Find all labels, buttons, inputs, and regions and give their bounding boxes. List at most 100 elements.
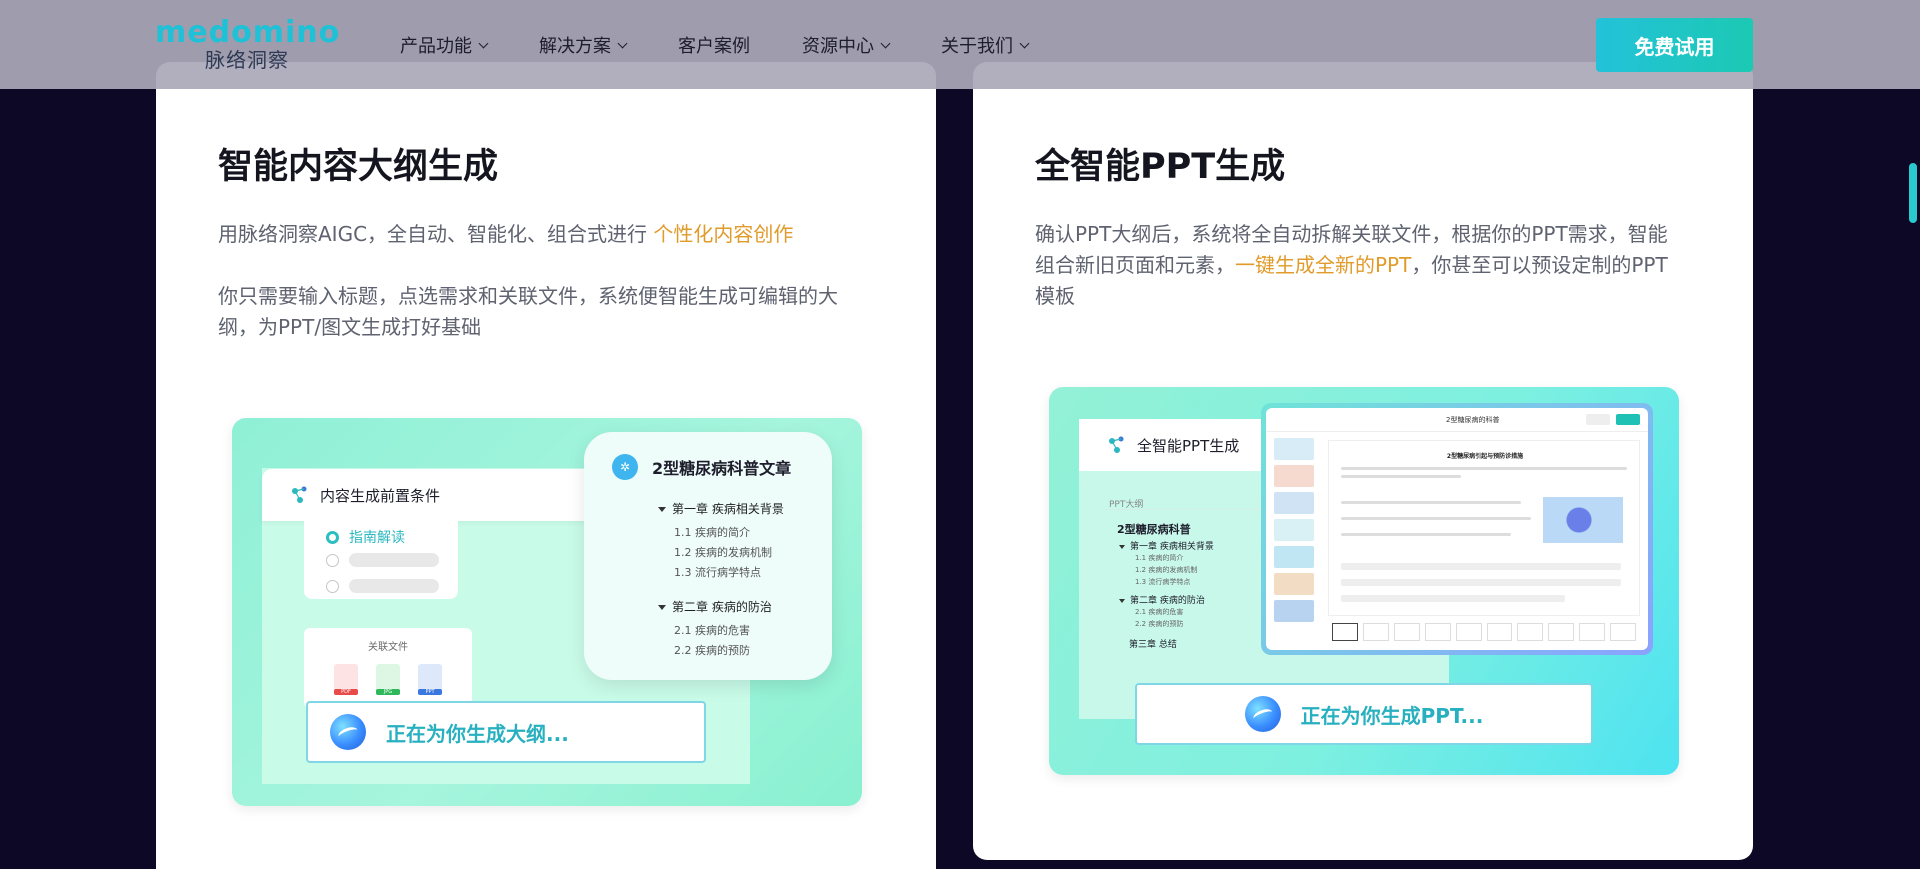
- text-line: [1341, 501, 1521, 504]
- layout-option[interactable]: [1393, 623, 1420, 641]
- outline-section: 2.2 疾病的预防: [1135, 620, 1184, 628]
- file-type-label: PDF: [334, 689, 358, 695]
- slide-thumbnails: [1274, 438, 1314, 627]
- slide-thumbnail[interactable]: [1274, 519, 1314, 541]
- radio-selected-icon: [326, 530, 339, 544]
- text-line: [1341, 467, 1627, 470]
- slide-thumbnail[interactable]: [1274, 573, 1314, 595]
- main-menu: 产品功能 解决方案 客户案例 资源中心 关于我们: [400, 32, 1080, 58]
- outline-section: 1.3 流行病学特点: [1135, 578, 1191, 586]
- layout-strip: [1328, 620, 1640, 644]
- pdf-file-icon: PDF: [334, 664, 358, 695]
- outline-chapter: 第一章 疾病相关背景: [658, 500, 784, 517]
- slide-thumbnail[interactable]: [1274, 492, 1314, 514]
- logo[interactable]: medomino 脉络洞察: [155, 18, 345, 73]
- network-icon: [1109, 436, 1124, 453]
- text-line: [1341, 533, 1511, 536]
- outline-preview: ✲ 2型糖尿病科普文章 第一章 疾病相关背景 1.1 疾病的简介 1.2 疾病的发…: [584, 432, 832, 680]
- desc-highlight: 一键生成全新的PPT: [1235, 253, 1412, 277]
- generating-outline-status: 正在为你生成大纲...: [306, 701, 706, 763]
- free-trial-button[interactable]: 免费试用: [1596, 18, 1753, 72]
- file-type-label: PPT: [418, 689, 442, 695]
- layout-option[interactable]: [1579, 623, 1606, 641]
- layout-option[interactable]: [1424, 623, 1451, 641]
- option-placeholder[interactable]: [326, 553, 439, 567]
- slide-thumbnail[interactable]: [1274, 546, 1314, 568]
- slide-thumbnail[interactable]: [1274, 465, 1314, 487]
- desc-text: 用脉络洞察AIGC，全自动、智能化、组合式进行: [218, 222, 654, 246]
- status-text: 正在为你生成PPT...: [1300, 703, 1484, 728]
- layout-option[interactable]: [1455, 623, 1482, 641]
- layout-option[interactable]: [1517, 623, 1544, 641]
- panel-title: 全智能PPT生成: [1137, 436, 1240, 455]
- outline-section: 1.3 流行病学特点: [674, 566, 761, 579]
- layout-option[interactable]: [1486, 623, 1513, 641]
- outline-illustration: 内容生成前置条件 指南解读 关联文件 PDF JPG PPT 正在为你生成大纲.…: [232, 418, 862, 806]
- page-scrollbar-thumb[interactable]: [1909, 163, 1917, 223]
- option-label: 指南解读: [349, 530, 405, 546]
- option-placeholder[interactable]: [326, 579, 439, 593]
- feature-card-ppt: 全智能PPT生成 确认PPT大纲后，系统将全自动拆解关联文件，根据你的PPT需求…: [973, 62, 1753, 860]
- sparkle-icon: ✲: [612, 454, 638, 480]
- chevron-down-icon: [1019, 38, 1030, 48]
- menu-label: 资源中心: [802, 36, 874, 57]
- menu-item-about[interactable]: 关于我们: [941, 32, 1030, 58]
- files-title: 关联文件: [368, 642, 408, 653]
- ppt-file-icon: PPT: [418, 664, 442, 695]
- editor-secondary-button[interactable]: [1586, 414, 1610, 425]
- radio-icon: [326, 579, 339, 593]
- card-description: 用脉络洞察AIGC，全自动、智能化、组合式进行 个性化内容创作: [218, 219, 878, 250]
- menu-item-cases[interactable]: 客户案例: [678, 32, 750, 58]
- outline-section: 2.1 疾病的危害: [674, 624, 750, 637]
- logo-chinese: 脉络洞察: [205, 48, 289, 72]
- outline-section: 1.2 疾病的发病机制: [1135, 566, 1198, 574]
- text-line: [1341, 475, 1461, 478]
- card-description-2: 你只需要输入标题，点选需求和关联文件，系统便智能生成可编辑的大纲，为PPT/图文…: [218, 284, 838, 339]
- precondition-panel-header: 内容生成前置条件: [262, 469, 622, 521]
- virus-illustration: [1543, 497, 1623, 543]
- ai-spark-icon: [330, 714, 366, 750]
- editor-toolbar: 2型糖尿病的科普: [1266, 408, 1648, 432]
- layout-option[interactable]: [1332, 623, 1358, 641]
- slide-canvas[interactable]: 2型糖尿病引起与预防诊措施: [1328, 440, 1640, 616]
- ai-spark-icon: [1244, 696, 1281, 732]
- jpg-file-icon: JPG: [376, 664, 400, 695]
- feature-card-outline: 智能内容大纲生成 用脉络洞察AIGC，全自动、智能化、组合式进行 个性化内容创作…: [156, 62, 936, 869]
- editor-surface: 2型糖尿病的科普 2型糖尿病引起与预防诊措施: [1266, 408, 1648, 650]
- menu-label: 关于我们: [941, 36, 1013, 57]
- outline-header: ✲ 2型糖尿病科普文章: [612, 454, 791, 480]
- editor-primary-button[interactable]: [1616, 414, 1640, 425]
- slide-thumbnail[interactable]: [1274, 600, 1314, 622]
- generating-ppt-status: 正在为你生成PPT...: [1135, 683, 1593, 745]
- desc-highlight: 个性化内容创作: [653, 222, 794, 246]
- placeholder-bar: [1341, 595, 1565, 602]
- chevron-down-icon: [880, 38, 891, 48]
- options-panel: 指南解读: [304, 521, 458, 599]
- chevron-down-icon: [478, 38, 489, 48]
- menu-label: 解决方案: [539, 36, 611, 57]
- menu-item-products[interactable]: 产品功能: [400, 32, 489, 58]
- layout-option[interactable]: [1362, 623, 1389, 641]
- outline-title: 2型糖尿病科普: [1117, 523, 1191, 536]
- related-files-panel: 关联文件 PDF JPG PPT: [304, 628, 472, 708]
- outline-title: 2型糖尿病科普文章: [652, 459, 792, 478]
- chevron-down-icon: [617, 38, 628, 48]
- slide-thumbnail[interactable]: [1274, 438, 1314, 460]
- outline-section: 1.1 疾病的简介: [1135, 554, 1184, 562]
- status-text: 正在为你生成大纲...: [386, 721, 569, 746]
- menu-label: 客户案例: [678, 36, 750, 57]
- card-title: 智能内容大纲生成: [218, 147, 499, 187]
- outline-chapter: 第二章 疾病的防治: [1119, 593, 1205, 606]
- file-type-label: JPG: [376, 689, 400, 695]
- panel-title: 内容生成前置条件: [320, 486, 441, 505]
- layout-option[interactable]: [1610, 623, 1637, 641]
- outline-section: 1.1 疾病的简介: [674, 526, 750, 539]
- menu-item-resources[interactable]: 资源中心: [802, 32, 891, 58]
- menu-item-solutions[interactable]: 解决方案: [539, 32, 628, 58]
- option-guide[interactable]: 指南解读: [326, 527, 405, 547]
- layout-option[interactable]: [1548, 623, 1575, 641]
- placeholder-bar: [349, 579, 439, 593]
- outline-section: 2.2 疾病的预防: [674, 644, 750, 657]
- outline-section: 1.2 疾病的发病机制: [674, 546, 772, 559]
- editor-title: 2型糖尿病的科普: [1446, 416, 1500, 424]
